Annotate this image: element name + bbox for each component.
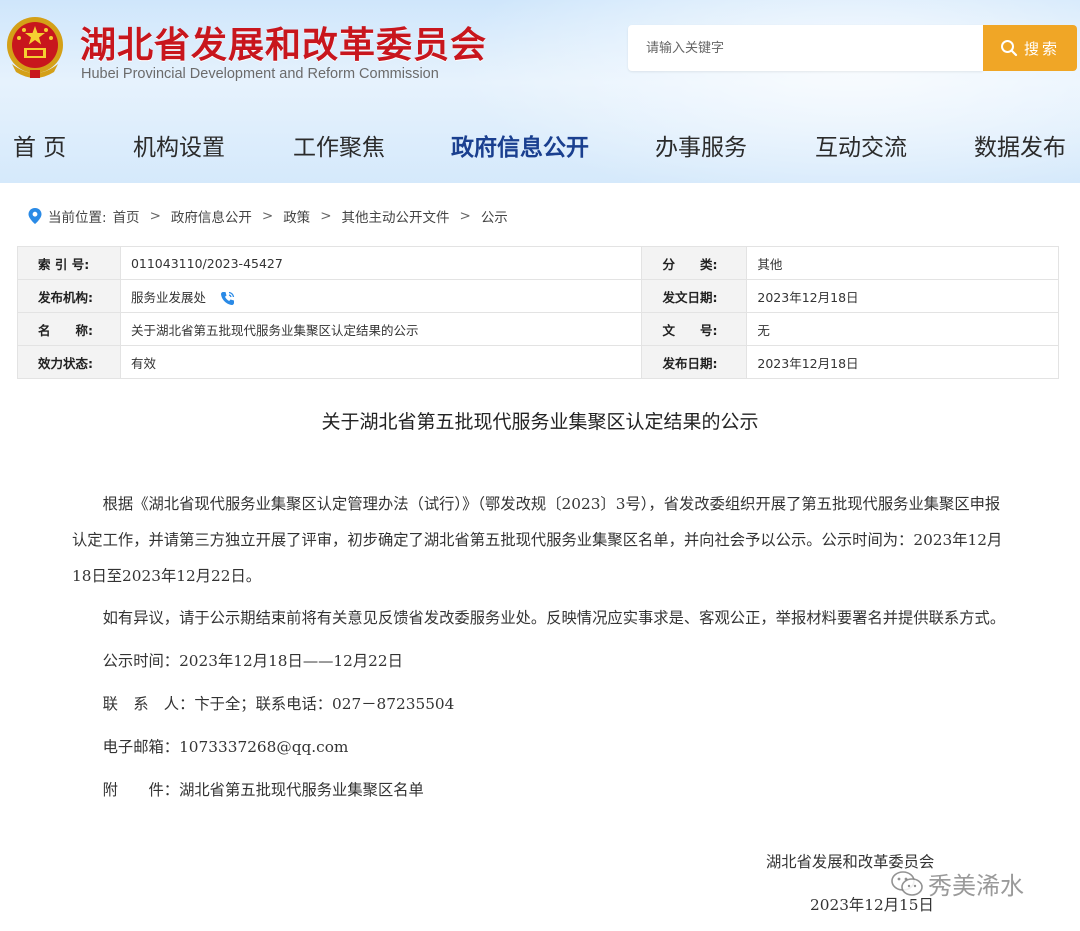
issue-date-label: 发文日期:	[641, 279, 748, 313]
issue-date-value: 2023年12月18日	[746, 279, 1059, 313]
name-label: 名 称:	[17, 312, 121, 346]
category-label: 分 类:	[641, 246, 748, 280]
article-title: 关于湖北省第五批现代服务业集聚区认定结果的公示	[321, 411, 759, 433]
nav-item-home[interactable]: 首 页	[13, 128, 66, 162]
breadcrumb-notice[interactable]: 公示	[481, 206, 508, 226]
table-row: 索 引 号: 011043110/2023-45427 分 类: 其他	[17, 246, 1059, 280]
doc-number-label: 文 号:	[641, 312, 748, 346]
index-value: 011043110/2023-45427	[119, 246, 643, 280]
wechat-watermark: 秀美浠水	[890, 866, 1024, 901]
pub-date-label: 发布日期:	[641, 345, 748, 379]
status-value: 有效	[119, 345, 643, 379]
index-label: 索 引 号:	[17, 246, 121, 280]
breadcrumb: 当前位置: 首页 > 政府信息公开 > 政策 > 其他主动公开文件 > 公示	[28, 206, 508, 226]
phone-icon[interactable]	[220, 291, 235, 306]
publisher-cell: 服务业发展处	[119, 279, 643, 313]
nav-item-organization[interactable]: 机构设置	[133, 128, 225, 162]
nav-item-services[interactable]: 办事服务	[655, 128, 747, 162]
status-label: 效力状态:	[17, 345, 121, 379]
main-nav: 首 页 机构设置 工作聚焦 政府信息公开 办事服务 互动交流 数据发布	[0, 128, 1080, 172]
breadcrumb-label: 当前位置:	[48, 210, 107, 226]
nav-item-work-focus[interactable]: 工作聚焦	[293, 128, 385, 162]
search-button[interactable]: 搜索	[983, 25, 1077, 71]
table-row: 效力状态: 有效 发布日期: 2023年12月18日	[17, 345, 1059, 379]
wechat-icon	[891, 870, 923, 896]
article-body: 根据《湖北省现代服务业集聚区认定管理办法（试行）》（鄂发改规〔2023〕3号），…	[72, 486, 1008, 808]
search-button-label: 搜索	[1023, 39, 1060, 58]
article-paragraph: 根据《湖北省现代服务业集聚区认定管理办法（试行）》（鄂发改规〔2023〕3号），…	[72, 495, 1003, 585]
search-icon	[1000, 40, 1018, 57]
attachment-line[interactable]: 附 件：湖北省第五批现代服务业集聚区名单	[72, 772, 1008, 808]
breadcrumb-home[interactable]: 首页	[113, 206, 140, 226]
site-subtitle: Hubei Provincial Development and Reform …	[81, 66, 439, 82]
publisher-label: 发布机构:	[17, 279, 121, 313]
breadcrumb-separator: >	[459, 208, 471, 224]
publisher-value: 服务业发展处	[130, 289, 206, 305]
breadcrumb-other-docs[interactable]: 其他主动公开文件	[342, 206, 450, 226]
nav-item-gov-info[interactable]: 政府信息公开	[451, 128, 589, 162]
pub-date-value: 2023年12月18日	[746, 345, 1059, 379]
breadcrumb-gov-info[interactable]: 政府信息公开	[171, 206, 252, 226]
article-paragraph: 如有异议，请于公示期结束前将有关意见反馈省发改委服务业处。反映情况应实事求是、客…	[102, 609, 1006, 627]
table-row: 发布机构: 服务业发展处 发文日期: 2023年12月18日	[17, 279, 1059, 313]
nav-item-interaction[interactable]: 互动交流	[815, 128, 907, 162]
breadcrumb-separator: >	[261, 208, 274, 224]
site-header: 湖北省发展和改革委员会 Hubei Provincial Development…	[0, 0, 1080, 183]
name-value: 关于湖北省第五批现代服务业集聚区认定结果的公示	[119, 312, 643, 346]
search-box	[628, 25, 983, 71]
doc-number-value: 无	[746, 312, 1059, 346]
category-value: 其他	[746, 246, 1059, 280]
location-pin-icon	[28, 208, 42, 224]
breadcrumb-separator: >	[320, 208, 332, 224]
breadcrumb-policy[interactable]: 政策	[283, 206, 310, 226]
contact-line: 联 系 人：卞于全；联系电话：027－87235504	[102, 695, 455, 713]
national-emblem-icon	[7, 17, 63, 78]
watermark-text: 秀美浠水	[928, 872, 1024, 900]
table-row: 名 称: 关于湖北省第五批现代服务业集聚区认定结果的公示 文 号: 无	[17, 312, 1059, 346]
breadcrumb-separator: >	[149, 208, 161, 224]
email-line: 电子邮箱：1073337268@qq.com	[102, 738, 349, 756]
document-info-table: 索 引 号: 011043110/2023-45427 分 类: 其他 发布机构…	[17, 246, 1059, 379]
search-input[interactable]	[628, 25, 983, 71]
site-title[interactable]: 湖北省发展和改革委员会	[80, 16, 487, 68]
nav-item-data[interactable]: 数据发布	[974, 128, 1066, 162]
notice-period-line: 公示时间：2023年12月18日——12月22日	[102, 652, 403, 670]
